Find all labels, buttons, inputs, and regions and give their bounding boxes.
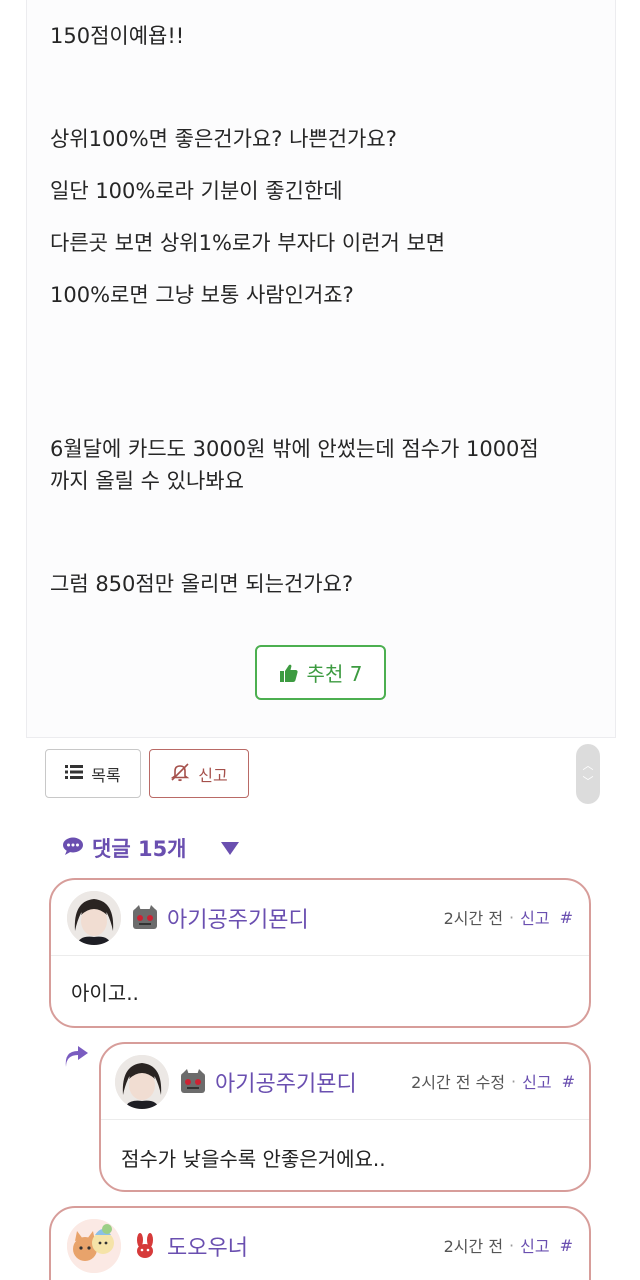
comment-meta: 2시간 전 · 신고 # [444,1233,573,1257]
comment-report-link[interactable]: 신고 [520,905,549,929]
scroll-down-icon[interactable]: ﹀ [583,774,594,790]
post-text-line: 상위100%면 좋은건가요? 나쁜건가요? [50,127,397,151]
comment-header: 도오우너 2시간 전 · 신고 # [51,1208,589,1280]
level-badge-icon [179,1069,207,1095]
comment-time: 2시간 전 수정 [411,1073,506,1092]
post-card [26,0,616,738]
comment-permalink[interactable]: # [562,1072,575,1091]
caret-down-icon[interactable] [220,841,239,855]
level-badge-icon [131,905,159,931]
post-text-line: 100%로면 그냥 보통 사람인거죠? [50,283,354,307]
comment-time: 2시간 전 [443,1237,504,1256]
reply-arrow-icon [64,1046,90,1072]
comment-meta: 2시간 전 수정 · 신고 # [411,1069,575,1093]
comment-permalink[interactable]: # [560,1236,573,1255]
avatar[interactable] [67,891,121,945]
list-label: 목록 [91,765,121,785]
comments-count-label: 댓글 15개 [92,837,187,861]
separator-dot: · [509,907,515,927]
post-text-line: 까지 올릴 수 있나봐요 [50,469,244,493]
comment-nickname[interactable]: 아기공주기묜디 [215,1066,357,1098]
post-text-line: 다른곳 보면 상위1%로가 부자다 이런거 보면 [50,231,446,255]
comment-time: 2시간 전 [443,909,504,928]
post-text-line: 6월달에 카드도 3000원 밖에 안썼는데 점수가 1000점 [50,437,539,461]
comment-meta: 2시간 전 · 신고 # [444,905,573,929]
comment-header: 아기공주기묜디 2시간 전 수정 · 신고 # [101,1044,589,1120]
recommend-label: 추천 7 [306,662,363,686]
comment-card: 도오우너 2시간 전 · 신고 # [49,1206,591,1280]
reply-comment-card: 아기공주기묜디 2시간 전 수정 · 신고 # 점수가 낮을수록 안좋은거에요.… [99,1042,591,1192]
thumbs-up-icon [279,663,299,683]
post-text-line: 150점이예욥!! [50,24,185,48]
comment-card: 아기공주기묜디 2시간 전 · 신고 # 아이고.. [49,878,591,1028]
comment-text: 아이고.. [71,981,139,1005]
comment-header: 아기공주기묜디 2시간 전 · 신고 # [51,880,589,956]
comment-report-link[interactable]: 신고 [522,1069,551,1093]
post-text-line: 그럼 850점만 올리면 되는건가요? [50,572,354,596]
report-button[interactable]: 신고 [149,749,249,798]
report-label: 신고 [198,765,228,785]
comment-permalink[interactable]: # [560,908,573,927]
comment-report-link[interactable]: 신고 [520,1233,549,1257]
avatar[interactable] [115,1055,169,1109]
scroll-up-icon[interactable]: ︿ [583,758,594,774]
separator-dot: · [511,1071,517,1091]
list-button[interactable]: 목록 [45,749,141,798]
list-icon [65,764,84,783]
post-text-line: 일단 100%로라 기분이 좋긴한데 [50,179,343,203]
scroll-control[interactable]: ︿ ﹀ [576,744,600,804]
comment-nickname[interactable]: 아기공주기묜디 [167,902,309,934]
bell-slash-icon [170,762,190,786]
comment-nickname[interactable]: 도오우너 [167,1230,248,1262]
recommend-button[interactable]: 추천 7 [255,645,386,700]
rabbit-badge-icon [133,1233,161,1259]
separator-dot: · [509,1235,515,1255]
comment-text: 점수가 낮을수록 안좋은거에요.. [121,1147,386,1171]
avatar[interactable] [67,1219,121,1273]
chat-bubble-icon [62,836,84,860]
comments-header[interactable]: 댓글 15개 [62,833,239,863]
